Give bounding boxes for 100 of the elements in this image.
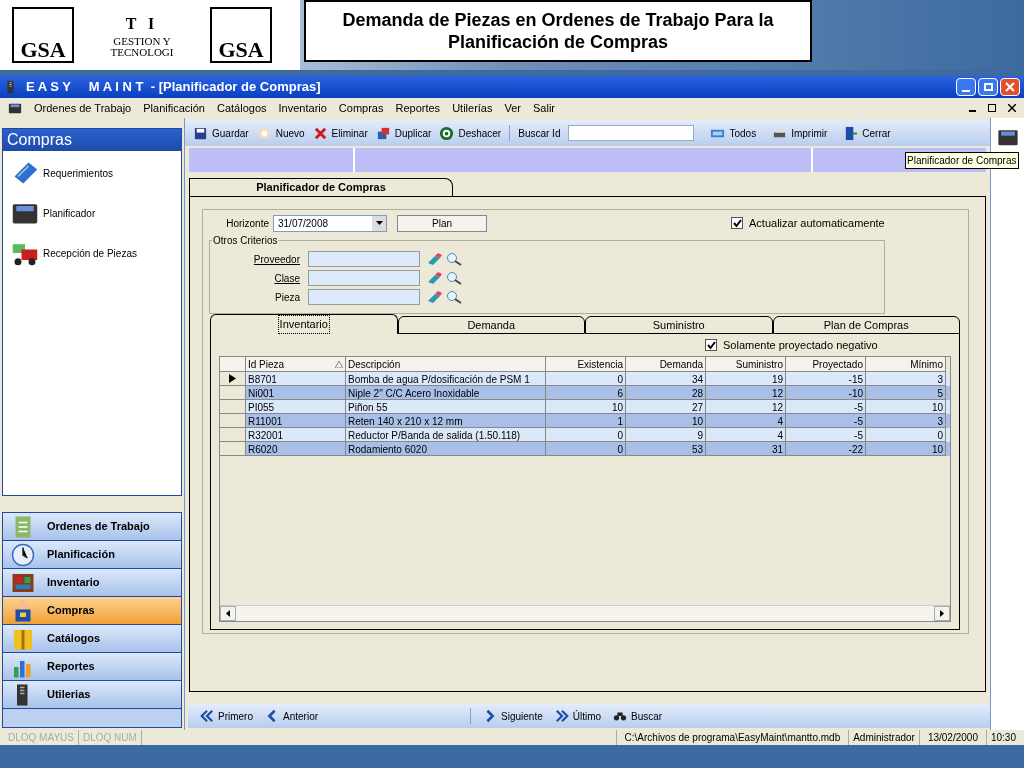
tooltip: Planificador de Compras [905, 152, 1019, 169]
checkbox[interactable] [705, 339, 717, 351]
field-label: Horizonte [225, 216, 269, 231]
column-header[interactable]: Descripción [346, 357, 546, 372]
logo: GSA [12, 7, 74, 63]
slide-title: Demanda de Piezas en Ordenes de Trabajo Para la Planificación de Compras [304, 0, 812, 62]
eraser-icon[interactable] [428, 291, 442, 303]
menu-item[interactable]: Ordenes de Trabajo [34, 99, 132, 117]
search-icon[interactable] [446, 290, 462, 304]
restore-icon[interactable] [988, 104, 996, 112]
table-cell: 10 [866, 442, 946, 456]
nav-group-button[interactable]: Planificación [3, 541, 181, 569]
nav-group-button[interactable]: Catálogos [3, 625, 181, 653]
status-item: 10:30 [989, 731, 1017, 745]
status-item: Administrador [849, 730, 920, 745]
horizontal-scrollbar[interactable] [220, 605, 950, 621]
search-icon[interactable] [446, 271, 462, 285]
toolbar-button[interactable]: Eliminar [312, 125, 368, 141]
sort-icon [335, 360, 343, 368]
toolbar-button[interactable]: Imprimir [772, 125, 828, 141]
sidebar-item[interactable]: Planificador [43, 205, 96, 221]
checkbox-label: Actualizar automaticamente [749, 215, 885, 231]
logo: GSA [210, 7, 272, 63]
toolbar-button[interactable]: Nuevo [256, 125, 305, 141]
toolbar-button[interactable]: Deshacer [439, 125, 502, 141]
input-field[interactable] [308, 251, 420, 267]
checkbox-label: Solamente proyectado negativo [723, 337, 878, 353]
field-label[interactable]: Clase [210, 270, 300, 286]
close-icon[interactable] [1008, 104, 1016, 112]
column-header[interactable]: Id Pieza [246, 357, 346, 372]
search-label: Buscar Id [518, 126, 561, 141]
table-cell: R6020 [246, 442, 346, 456]
column-header[interactable]: Demanda [626, 357, 706, 372]
nav-button[interactable]: Buscar [613, 708, 663, 724]
close-icon [312, 125, 328, 141]
nav-button[interactable]: Siguiente [483, 708, 543, 724]
nav-group-button[interactable]: Ordenes de Trabajo [3, 513, 181, 541]
table-cell: Rodamiento 6020 [346, 442, 546, 456]
menu-item[interactable]: Ver [504, 99, 521, 117]
column-header[interactable]: Mínimo [866, 357, 946, 372]
copy-icon [375, 125, 391, 141]
menu-item[interactable]: Inventario [278, 99, 327, 117]
search-icon[interactable] [446, 252, 462, 266]
menu-item[interactable]: Salir [533, 99, 555, 117]
toolbar-button[interactable]: Todos [710, 125, 757, 141]
nav-group-button[interactable]: Utilerias [3, 681, 181, 709]
nav-group-button[interactable]: Inventario [3, 569, 181, 597]
logo-text: T I [125, 14, 159, 34]
toolbar-button[interactable]: Guardar [193, 125, 249, 141]
nav-button[interactable]: Anterior [265, 708, 319, 724]
checkbox[interactable] [731, 217, 743, 229]
column-header[interactable]: Existencia [546, 357, 626, 372]
tab[interactable]: Plan de Compras [772, 316, 960, 334]
menu-item[interactable]: Planificación [143, 99, 205, 117]
plan-button[interactable]: Plan [397, 214, 487, 232]
menu-item[interactable]: Compras [338, 99, 384, 117]
double-right-arrow-icon [554, 709, 569, 723]
tab[interactable]: Demanda [397, 316, 585, 334]
nav-group-button[interactable]: Reportes [3, 653, 181, 681]
scroll-left-icon[interactable] [220, 606, 236, 621]
nav-button[interactable]: Último [554, 708, 602, 724]
table-cell: 31 [706, 442, 786, 456]
nav-button[interactable]: Primero [200, 708, 253, 724]
scroll-right-icon[interactable] [934, 606, 950, 621]
status-item: 13/02/2000 [919, 730, 987, 745]
status-item: C:\Archivos de programa\EasyMaint\mantto.mdb [615, 730, 850, 745]
double-left-arrow-icon [200, 709, 214, 723]
status-item: DLOQ MAYUS [4, 730, 79, 745]
column-header[interactable]: Suministro [706, 357, 786, 372]
toolbar-button[interactable]: Duplicar [375, 125, 432, 141]
menu-item[interactable]: Reportes [395, 99, 441, 117]
search-field[interactable] [568, 125, 695, 141]
field-label[interactable]: Proveedor [210, 251, 300, 267]
sidebar-item[interactable]: Recepción de Piezas [43, 245, 137, 261]
eraser-icon[interactable] [428, 253, 442, 265]
toolbar-button[interactable]: Cerrar [843, 125, 891, 141]
logo-text: GESTION Y TECNOLOGI [109, 36, 175, 58]
table-cell: 0 [546, 442, 626, 456]
tab[interactable]: Suministro [585, 316, 773, 334]
input-field[interactable] [308, 289, 420, 305]
input-field[interactable] [308, 270, 420, 286]
table-cell: 53 [626, 442, 706, 456]
nav-group-button[interactable]: Compras [3, 597, 181, 625]
field-label: Pieza [274, 290, 300, 305]
clock-icon [11, 542, 35, 567]
menu-item[interactable]: Utilerías [452, 99, 493, 117]
door-icon [843, 125, 859, 141]
tab[interactable]: Inventario [210, 314, 398, 334]
table-cell: -22 [786, 442, 866, 456]
panel-header: Compras [3, 129, 181, 151]
eraser-icon[interactable] [428, 272, 442, 284]
menu-item[interactable]: Catálogos [217, 99, 267, 117]
sidebar-item[interactable]: Requerimientos [43, 165, 114, 181]
date-dropdown[interactable]: 31/07/2008 [273, 214, 387, 232]
window-title: E A S Y M A I N T - [Planificador de Compras] [26, 78, 321, 97]
undo-icon [439, 125, 455, 141]
row-indicator[interactable] [220, 372, 246, 386]
form-tab[interactable]: Planificador de Compras [189, 178, 453, 196]
column-header[interactable]: Proyectado [786, 357, 866, 372]
calculator-icon [8, 101, 22, 115]
